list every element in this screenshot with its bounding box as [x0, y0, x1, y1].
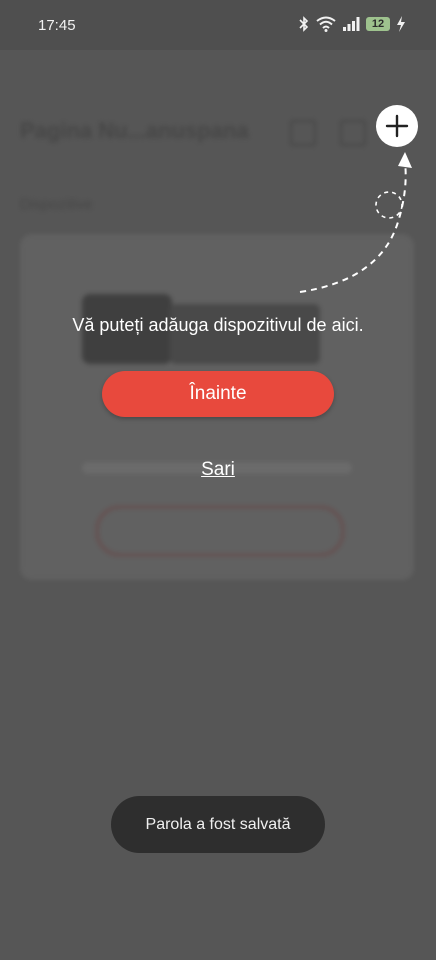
toast-message: Parola a fost salvată — [111, 796, 325, 853]
plus-icon — [385, 114, 409, 138]
bluetooth-icon — [299, 16, 309, 32]
page-title: Pagina Nu...anuspana — [20, 118, 249, 143]
battery-icon: 12 — [366, 17, 390, 31]
skip-link[interactable]: Sari — [0, 459, 436, 481]
wifi-icon — [316, 16, 336, 32]
status-icons: 12 — [298, 16, 406, 32]
signal-icon — [343, 17, 360, 31]
section-label: Dispozitive — [20, 196, 93, 213]
charging-icon — [397, 16, 405, 32]
menu-icon — [340, 120, 366, 146]
status-bar: 17:45 12 — [0, 0, 436, 50]
next-button[interactable]: Înainte — [102, 371, 334, 417]
add-device-button[interactable] — [376, 105, 418, 147]
tip-text: Vă puteți adăuga dispozitivul de aici. — [72, 315, 364, 335]
add-device-card-button — [96, 506, 344, 556]
grid-icon — [290, 120, 316, 146]
clock: 17:45 — [38, 17, 76, 34]
